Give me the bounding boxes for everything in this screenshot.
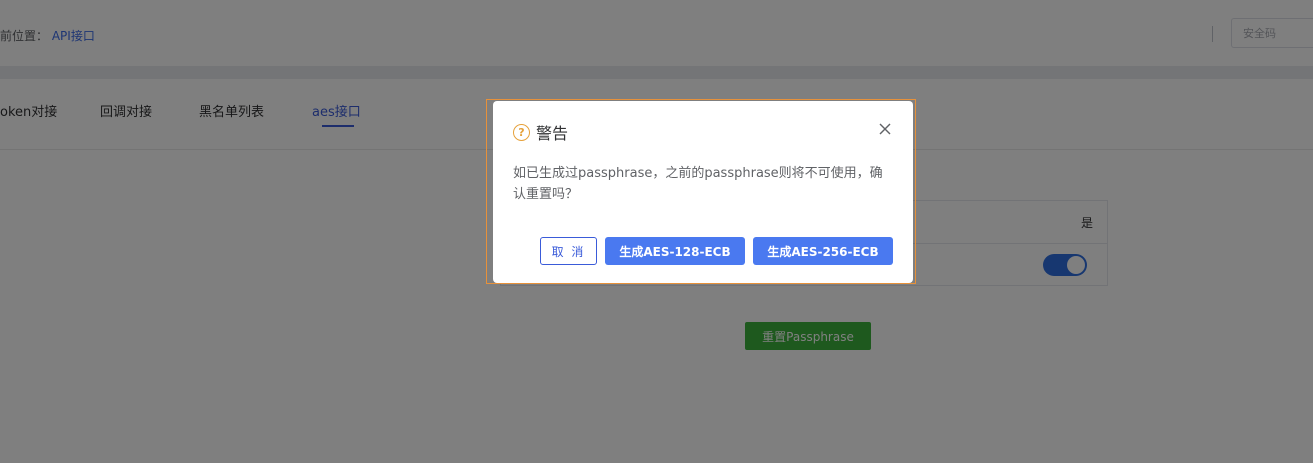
generate-aes-128-button[interactable]: 生成AES-128-ECB (605, 237, 745, 265)
page: 前位置： API接口 oken对接 回调对接 黑名单列表 aes接口 是 重置P… (0, 0, 1313, 463)
generate-aes-256-button[interactable]: 生成AES-256-ECB (753, 237, 893, 265)
question-icon: ? (513, 123, 530, 141)
dialog-message: 如已生成过passphrase，之前的passphrase则将不可使用，确认重置… (513, 166, 883, 202)
dialog-title: 警告 (536, 124, 569, 143)
dialog-header: ? 警告 (513, 121, 568, 143)
close-icon[interactable] (877, 121, 893, 137)
cancel-button[interactable]: 取 消 (540, 237, 597, 265)
warning-dialog: ? 警告 如已生成过passphrase，之前的passphrase则将不可使用… (493, 101, 913, 283)
